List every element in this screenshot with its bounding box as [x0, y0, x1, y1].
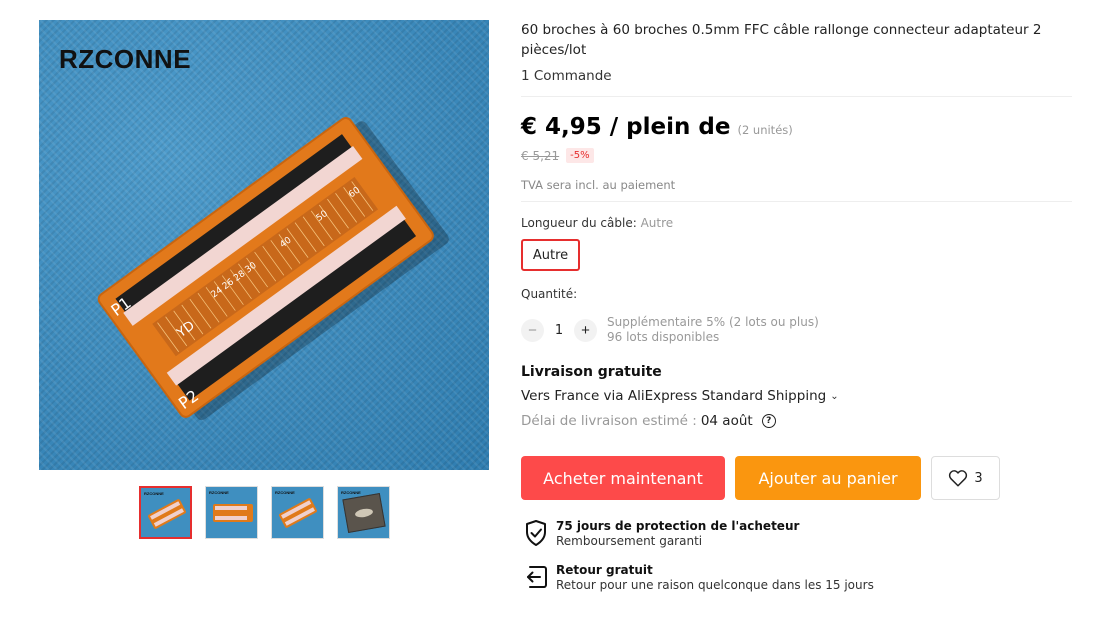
thumbnail-watermark: RZCONNE	[341, 490, 361, 495]
free-return-title: Retour gratuit	[556, 563, 653, 577]
shipping-method-text: Vers France via AliExpress Standard Ship…	[521, 388, 827, 404]
vat-note: TVA sera incl. au paiement	[521, 178, 676, 192]
price-row: € 4,95 / plein de (2 unités)	[521, 114, 793, 140]
quantity-note: Supplémentaire 5% (2 lots ou plus) 96 lo…	[607, 315, 819, 345]
discount-badge: -5%	[566, 148, 594, 163]
quantity-stepper: − 1 + Supplémentaire 5% (2 lots ou plus)…	[521, 315, 819, 345]
delivery-date: 04 août	[700, 413, 753, 429]
thumbnail-watermark: RZCONNE	[209, 490, 229, 495]
thumbnail-board-image	[147, 498, 187, 530]
quantity-increase-button[interactable]: +	[574, 318, 597, 342]
divider	[521, 201, 1072, 202]
thumbnail-3[interactable]: RZCONNE	[271, 486, 324, 539]
quantity-value[interactable]: 1	[544, 323, 574, 338]
buyer-protection: 75 jours de protection de l'acheteur Rem…	[523, 519, 799, 549]
original-price: € 5,21	[521, 148, 560, 163]
thumbnail-box-image	[342, 492, 386, 534]
wishlist-count: 3	[974, 470, 983, 486]
thumbnail-board-image	[213, 504, 253, 522]
thumbnail-4[interactable]: RZCONNE	[337, 486, 390, 539]
shield-check-icon	[526, 520, 546, 546]
cable-length-title: Longueur du câble:	[521, 216, 637, 230]
add-to-cart-button[interactable]: Ajouter au panier	[735, 456, 921, 500]
buy-now-button[interactable]: Acheter maintenant	[521, 456, 725, 500]
thumbnail-strip: RZCONNE RZCONNE RZCONNE RZCONNE	[139, 486, 390, 539]
thumbnail-board-image	[278, 497, 318, 529]
delivery-estimate: Délai de livraison estimé : 04 août ?	[521, 413, 776, 429]
order-count: 1 Commande	[521, 68, 612, 84]
divider	[521, 96, 1072, 97]
product-info: 60 broches à 60 broches 0.5mm FFC câble …	[521, 20, 1072, 84]
delivery-estimate-label: Délai de livraison estimé :	[521, 413, 697, 429]
chevron-down-icon: ⌄	[830, 390, 839, 402]
buyer-protection-title: 75 jours de protection de l'acheteur	[556, 519, 800, 533]
free-return-subtitle: Retour pour une raison quelconque dans l…	[556, 578, 874, 592]
wishlist-button[interactable]: 3	[931, 456, 1000, 500]
help-icon[interactable]: ?	[761, 414, 776, 428]
price-units: (2 unités)	[737, 123, 793, 137]
bulk-discount-note: Supplémentaire 5% (2 lots ou plus)	[607, 315, 819, 329]
thumbnail-2[interactable]: RZCONNE	[205, 486, 258, 539]
ffc-connector-board-illustration: P1 P2 YD 24 26 28 30 40 50 60	[97, 117, 449, 421]
option-autre-button[interactable]: Autre	[521, 239, 580, 271]
main-product-image[interactable]: RZCONNE P1 P2 YD 24 26 28 30 40 50 60	[39, 20, 489, 470]
free-return: Retour gratuit Retour pour une raison qu…	[523, 563, 874, 593]
product-title: 60 broches à 60 broches 0.5mm FFC câble …	[521, 22, 1042, 58]
buyer-protection-subtitle: Remboursement garanti	[556, 534, 703, 548]
shipping-title: Livraison gratuite	[521, 364, 662, 380]
cable-length-value: Autre	[640, 216, 674, 230]
heart-icon	[949, 470, 968, 487]
shipping-method-selector[interactable]: Vers France via AliExpress Standard Ship…	[521, 388, 839, 404]
return-icon	[527, 566, 547, 588]
current-price: € 4,95 / plein de	[521, 114, 731, 140]
thumbnail-watermark: RZCONNE	[275, 490, 295, 495]
stock-available-note: 96 lots disponibles	[607, 330, 720, 344]
quantity-decrease-button[interactable]: −	[521, 318, 544, 342]
old-price-row: € 5,21 -5%	[521, 148, 594, 163]
thumbnail-watermark: RZCONNE	[144, 491, 164, 496]
cable-length-label: Longueur du câble: Autre	[521, 216, 673, 230]
quantity-label: Quantité:	[521, 287, 578, 301]
thumbnail-1[interactable]: RZCONNE	[139, 486, 192, 539]
